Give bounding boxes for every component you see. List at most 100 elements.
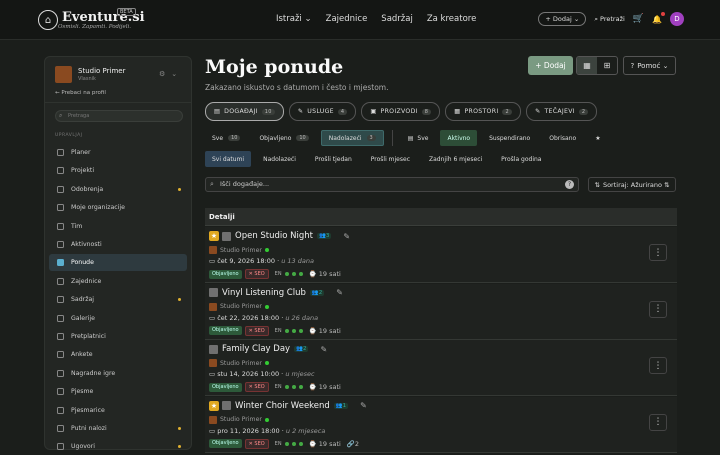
tab-tečajevi[interactable]: ✎ TEČAJEVI 2 — [525, 102, 598, 121]
status-dot — [284, 272, 289, 276]
add-offer-button[interactable]: + Dodaj — [528, 56, 573, 75]
tab-događaji[interactable]: ▤ DOGAĐAJI 10 — [205, 102, 284, 121]
help-icon: ? — [630, 61, 635, 70]
date-filter-1[interactable]: Nadolazeći — [256, 151, 303, 167]
sidebar-search-input[interactable]: ⌕ Pretraga — [55, 110, 183, 122]
grid-view-icon[interactable]: ⊞ — [597, 57, 617, 74]
table-row[interactable]: Family Clay Day 👥2 ✎ Studio Primer ▭ stu 14,… — [205, 340, 677, 396]
organizer-image — [209, 246, 217, 254]
row-menu-button[interactable]: ⋮ — [649, 300, 667, 318]
event-title[interactable]: Winter Choir Weekend — [235, 401, 330, 411]
tab-icon: ✎ — [297, 108, 304, 115]
event-badges: Objavljeno ✕ SEO EN ⌚ 19 sati — [209, 382, 341, 392]
profile-image — [55, 66, 72, 83]
filter-state-suspendirano[interactable]: Suspendirano — [482, 130, 537, 146]
sidebar-item-tim[interactable]: Tim — [49, 218, 187, 235]
event-title[interactable]: Open Studio Night — [235, 231, 313, 241]
nav-sadrzaj[interactable]: Sadržaj — [381, 14, 413, 24]
sidebar-item-label: Moje organizacije — [71, 204, 125, 212]
profile-switcher[interactable]: Studio Primer Vlasnik — [55, 66, 125, 83]
top-search-button[interactable]: ⌕ Pretraži — [594, 15, 624, 24]
filter-state-aktivno[interactable]: Aktivno — [440, 130, 478, 146]
nav-zajednice[interactable]: Zajednice — [326, 14, 368, 24]
tab-usluge[interactable]: ✎ USLUGE 4 — [288, 102, 357, 121]
sidebar-item-odobrenja[interactable]: Odobrenja — [49, 181, 187, 198]
filter-count: 10 — [296, 135, 309, 141]
sidebar-item-pjesmarice[interactable]: Pjesmarice — [49, 402, 187, 419]
row-menu-button[interactable]: ⋮ — [649, 413, 667, 431]
sidebar-item-galerije[interactable]: Galerije — [49, 310, 187, 327]
filter-objavljeno[interactable]: Objavljeno 10 — [252, 130, 315, 146]
event-date: ▭ stu 14, 2026 10:00 · u mjesec — [209, 370, 315, 378]
sidebar-item-moje-organizacije[interactable]: Moje organizacije — [49, 199, 187, 216]
avatar[interactable]: D — [670, 12, 684, 26]
sort-dropdown[interactable]: ⇅ Sortiraj: Ažurirano ⇅ — [588, 177, 676, 192]
status-dot — [298, 385, 303, 389]
edit-icon[interactable]: ✎ — [343, 232, 350, 241]
date-filter-4[interactable]: Zadnjih 6 mjeseci — [422, 151, 489, 167]
switch-profile-link[interactable]: ← Prebaci na profil — [55, 90, 106, 96]
help-button[interactable]: ? Pomoć ⌄ — [623, 56, 676, 75]
top-add-button[interactable]: + Dodaj ⌄ — [538, 12, 587, 26]
date-filter-0[interactable]: Svi datumi — [205, 151, 252, 167]
sidebar-item-label: Odobrenja — [71, 185, 104, 193]
sidebar-item-label: Projekti — [71, 167, 95, 175]
edit-icon[interactable]: ✎ — [360, 401, 367, 410]
logo-icon: ⌂ — [38, 10, 58, 30]
table-row[interactable]: ★ Winter Choir Weekend 👥1 ✎ Studio Primer ▭ p… — [205, 396, 677, 453]
filter-state-obrisano[interactable]: Obrisano — [542, 130, 583, 146]
gear-icon[interactable]: ⚙ — [159, 70, 165, 78]
search-input[interactable]: ⌕ Išči događaje... ? — [205, 177, 579, 192]
nav-za-kreatore[interactable]: Za kreatore — [427, 14, 476, 24]
table-row[interactable]: ★ Open Studio Night 👥3 ✎ Studio Primer ▭ čet … — [205, 227, 677, 283]
filter-sve[interactable]: Sve 10 — [205, 130, 247, 146]
chevron-down-icon[interactable]: ⌄ — [171, 70, 177, 78]
table-row[interactable]: Vinyl Listening Club 👥2 ✎ Studio Primer ▭ če… — [205, 283, 677, 340]
edit-icon[interactable]: ✎ — [336, 288, 343, 297]
event-title[interactable]: Family Clay Day — [222, 344, 290, 354]
sidebar-item-projekti[interactable]: Projekti — [49, 162, 187, 179]
seo-badge: ✕ SEO — [244, 269, 269, 279]
sidebar-item-planer[interactable]: Planer — [49, 144, 187, 161]
tab-icon: ▤ — [214, 108, 221, 115]
row-menu-button[interactable]: ⋮ — [649, 244, 667, 261]
tab-count: 10 — [261, 108, 275, 115]
edit-icon[interactable]: ✎ — [320, 345, 327, 354]
organizer-image — [209, 302, 217, 311]
event-title[interactable]: Vinyl Listening Club — [222, 288, 306, 298]
calendar-icon: ▭ — [209, 426, 216, 435]
nav-istrazi[interactable]: Istraži ⌄ — [276, 14, 312, 24]
date-filter-2[interactable]: Prošli tjedan — [308, 151, 359, 167]
filter-row-status: Sve 10 Objavljeno 10 Nadolazeći 3 ▤ Sve Aktivno S… — [205, 130, 608, 146]
table-view-icon[interactable]: ▦ — [577, 57, 597, 74]
sidebar-item-label: Galerije — [71, 314, 95, 322]
filter-nadolazeći[interactable]: Nadolazeći 3 — [320, 130, 384, 146]
search-help-icon[interactable]: ? — [565, 180, 574, 189]
status-badge: Objavljeno — [209, 439, 242, 448]
sidebar-item-pretplatnici[interactable]: Pretplatnici — [49, 328, 187, 345]
sidebar-item-ponude[interactable]: Ponude — [49, 254, 187, 272]
sidebar-item-label: Planer — [71, 149, 91, 156]
sidebar-item-ugovori[interactable]: Ugovori — [49, 438, 187, 455]
sidebar-item-aktivnosti[interactable]: Aktivnosti — [49, 236, 187, 253]
date-filter-3[interactable]: Prošli mjesec — [364, 151, 417, 167]
star-filter-icon[interactable]: ★ — [588, 130, 607, 146]
cart-icon[interactable]: 🛒 — [633, 14, 644, 24]
star-icon[interactable]: ★ — [209, 231, 219, 241]
row-menu-button[interactable]: ⋮ — [649, 357, 667, 374]
sidebar-item-putni-nalozi[interactable]: Putni nalozi — [49, 420, 187, 437]
tab-prostori[interactable]: ▦ PROSTORI 2 — [445, 102, 521, 121]
menu-icon — [57, 167, 64, 175]
bell-icon[interactable]: 🔔 — [652, 11, 665, 24]
sidebar-item-ankete[interactable]: Ankete — [49, 346, 187, 363]
date-filter-5[interactable]: Prošla godina — [494, 151, 548, 167]
sidebar-item-label: Sadržaj — [71, 296, 94, 304]
language-badge: EN — [274, 440, 282, 447]
filter-state-sve[interactable]: ▤ Sve — [401, 130, 436, 146]
star-icon[interactable]: ★ — [209, 400, 219, 411]
sidebar-item-pjesme[interactable]: Pjesme — [49, 383, 187, 400]
sidebar-item-sadržaj[interactable]: Sadržaj — [49, 291, 187, 308]
tab-proizvodi[interactable]: ▣ PROIZVODI 8 — [361, 102, 441, 121]
sidebar-item-nagradne-igre[interactable]: Nagradne igre — [49, 365, 187, 382]
sidebar-item-zajednice[interactable]: Zajednice — [49, 273, 187, 290]
